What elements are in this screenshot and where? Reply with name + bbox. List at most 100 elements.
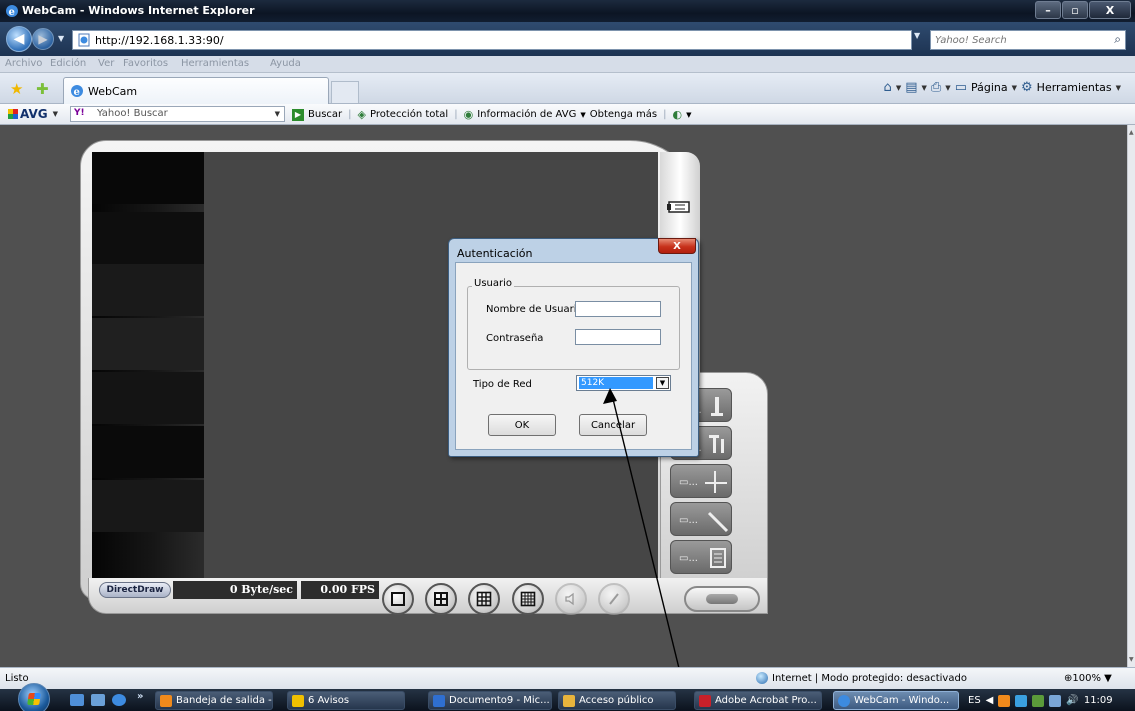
folder-icon [563,694,575,707]
print-dropdown-icon[interactable]: ▼ [945,84,950,92]
task-documento9[interactable]: Documento9 - Mic... [428,691,552,710]
feeds-dropdown-icon[interactable]: ▼ [922,84,927,92]
task-label: Documento9 - Mic... [449,695,550,706]
buscar-button[interactable]: Buscar [308,109,342,120]
info-avg-link[interactable]: Información de AVG [477,109,576,120]
yahoo-search-text[interactable]: Yahoo! Buscar [97,108,168,119]
yahoo-search-box[interactable]: Y! Yahoo! Buscar ▼ [70,106,285,122]
search-box[interactable]: ⌕ [930,30,1126,50]
zoom-level[interactable]: ⊕100% ▼ [1064,673,1112,684]
tray-app-icon[interactable] [998,694,1011,707]
info-dropdown-icon[interactable]: ▼ [580,111,585,119]
print-icon[interactable]: ⎙ [931,80,941,95]
ok-button[interactable]: OK [488,414,556,436]
title-bar: e WebCam - Windows Internet Explorer – ▫… [0,0,1135,22]
quicklaunch-more-icon[interactable]: » [137,691,143,702]
menu-favoritos[interactable]: Favoritos [123,58,168,69]
avg-extra-icon[interactable]: ◐ [672,108,682,121]
menu-archivo[interactable]: Archivo [5,58,42,69]
dialog-close-button[interactable]: X [658,238,696,254]
search-icon[interactable]: ⌕ [1114,32,1121,47]
favorites-star-icon[interactable]: ★ [10,80,23,98]
fps-readout: 0.00 FPS [301,581,379,599]
menu-edicion[interactable]: Edición [50,58,86,69]
directdraw-badge[interactable]: DirectDraw [99,582,171,598]
task-bandeja[interactable]: Bandeja de salida -... [155,691,273,710]
task-webcam[interactable]: WebCam - Windo... [833,691,959,710]
page-dropdown-icon[interactable]: ▼ [1012,84,1017,92]
camera-config-icon[interactable] [667,200,691,214]
arrow-right-icon: ▶ [38,32,48,46]
tray-monitor-icon[interactable] [1049,694,1062,707]
chevron-down-icon[interactable]: ▼ [656,377,669,389]
task-avisos[interactable]: 6 Avisos [287,691,405,710]
log-tool-button[interactable]: ▭... [670,540,732,574]
tools-menu[interactable]: Herramientas [1037,81,1112,94]
menu-ver[interactable]: Ver [98,58,114,69]
minimize-button[interactable]: – [1035,1,1061,19]
scroll-up-icon[interactable]: ▲ [1129,129,1134,136]
task-acceso-publico[interactable]: Acceso público [558,691,676,710]
menu-ayuda[interactable]: Ayuda [270,58,301,69]
start-button[interactable] [18,683,50,711]
network-type-select[interactable]: 512K ▼ [576,375,671,391]
tab-webcam[interactable]: e WebCam [63,77,329,104]
password-field[interactable] [575,329,661,345]
history-dropdown-icon[interactable]: ▼ [58,34,64,43]
layout-quad-button[interactable] [425,583,457,615]
image-block [92,152,204,204]
vertical-scrollbar[interactable]: ▲ ▼ [1127,125,1135,667]
layout-nine-button[interactable] [468,583,500,615]
snapshot-tool-button[interactable]: ▭... [670,502,732,536]
obtenga-mas-link[interactable]: Obtenga más [590,109,657,120]
scroll-down-icon[interactable]: ▼ [1129,656,1134,663]
single-view-icon [391,592,405,606]
username-field[interactable] [575,301,661,317]
security-zone[interactable]: Internet | Modo protegido: desactivado [756,672,967,684]
talk-button[interactable] [598,583,630,615]
back-button[interactable]: ◀ [6,26,32,52]
close-button[interactable]: X [1089,1,1131,19]
network-type-label: Tipo de Red [473,379,532,390]
cancel-button[interactable]: Cancelar [579,414,647,436]
avg-extra-dropdown-icon[interactable]: ▼ [686,111,691,119]
volume-icon[interactable]: 🔊 [1066,695,1078,706]
address-row: ◀ ▶ ▼ http://192.168.1.33:90/ ▼ ⌕ [0,22,1135,56]
address-url[interactable]: http://192.168.1.33:90/ [95,34,224,47]
layout-single-button[interactable] [382,583,414,615]
system-tray: ES ◀ 🔊 11:09 [968,691,1135,710]
page-menu[interactable]: Página [971,81,1008,94]
ptz-tool-button[interactable]: ▭... [670,464,732,498]
add-favorites-icon[interactable]: ✚ [36,80,49,98]
playback-toggle[interactable] [684,586,760,612]
forward-button[interactable]: ▶ [32,28,54,50]
address-dropdown-icon[interactable]: ▼ [914,31,920,40]
yahoo-dropdown-icon[interactable]: ▼ [275,110,280,118]
layout-sixteen-button[interactable] [512,583,544,615]
feeds-icon[interactable]: ▤ [905,80,917,95]
avg-dropdown-icon[interactable]: ▼ [53,110,58,118]
tools-dropdown-icon[interactable]: ▼ [1116,84,1121,92]
avg-logo[interactable]: AVG ▼ [8,107,58,121]
ie-quicklaunch-icon[interactable] [112,694,126,706]
task-acrobat[interactable]: Adobe Acrobat Pro... [694,691,822,710]
menu-herramientas[interactable]: Herramientas [181,58,249,69]
tray-expand-icon[interactable]: ◀ [986,695,994,706]
search-input[interactable] [931,31,1101,49]
switch-windows-icon[interactable] [91,694,105,706]
home-icon[interactable]: ⌂ [884,80,892,95]
audio-button[interactable] [555,583,587,615]
address-bar[interactable]: http://192.168.1.33:90/ [72,30,912,50]
language-indicator[interactable]: ES [968,695,981,706]
tray-security-icon[interactable] [1032,694,1045,707]
new-tab-button[interactable] [331,81,359,103]
taskbar: » Bandeja de salida -... 6 Avisos Docume… [0,683,1135,711]
clock[interactable]: 11:09 [1084,695,1113,706]
image-block [92,264,204,316]
home-dropdown-icon[interactable]: ▼ [896,84,901,92]
proteccion-total-link[interactable]: Protección total [370,109,448,120]
tray-network-icon[interactable] [1015,694,1028,707]
password-label: Contraseña [486,333,544,344]
show-desktop-icon[interactable] [70,694,84,706]
maximize-button[interactable]: ▫ [1062,1,1088,19]
